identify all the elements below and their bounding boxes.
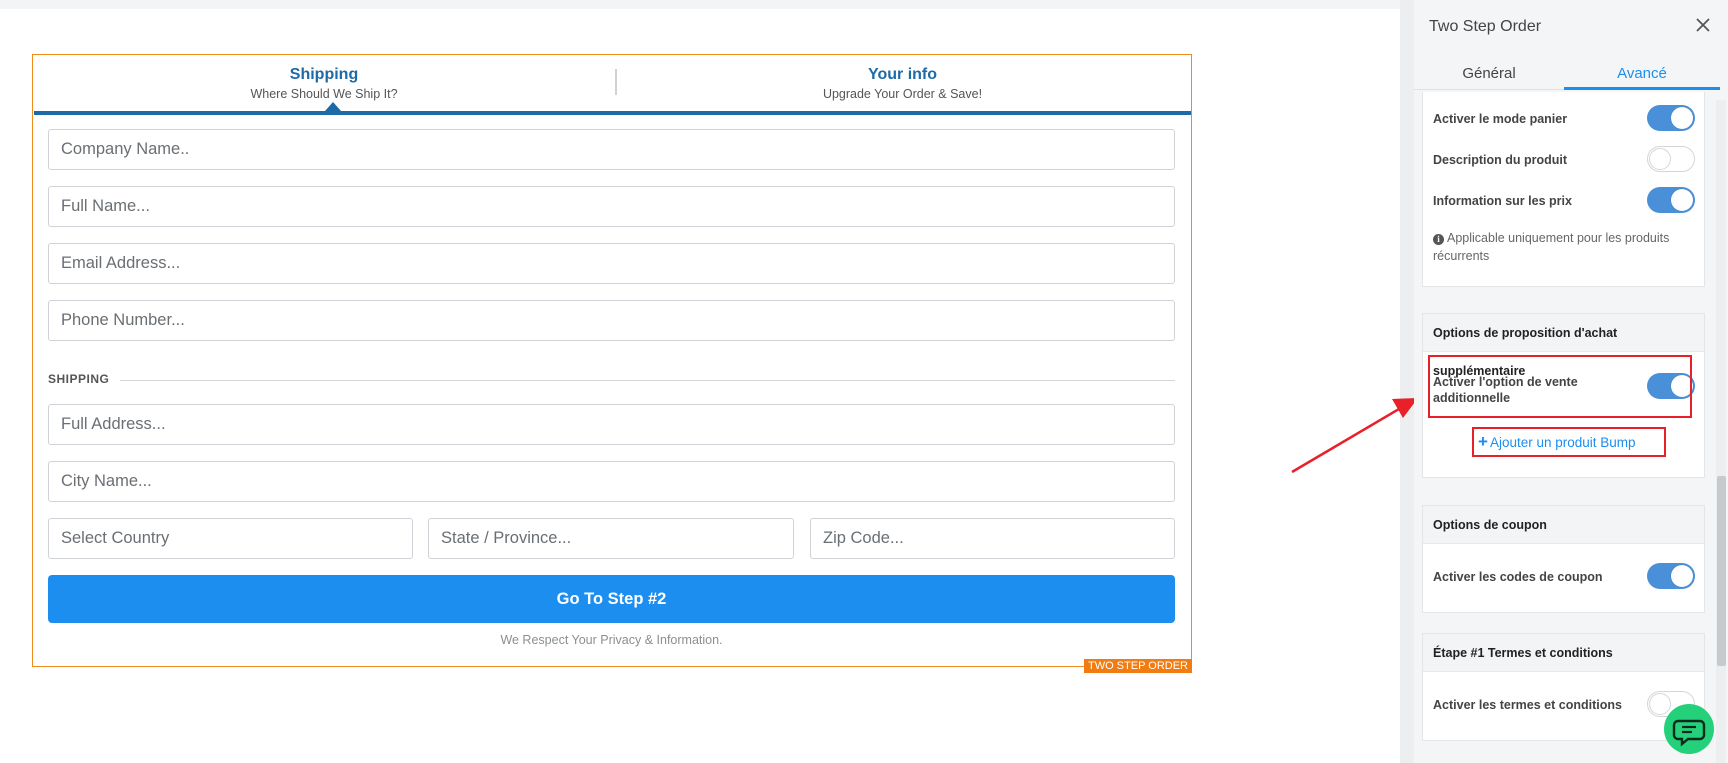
highlight-upsell-row bbox=[1428, 355, 1692, 418]
editor-canvas: Shipping Where Should We Ship It? Your i… bbox=[0, 0, 1400, 763]
tab-advanced[interactable]: Avancé bbox=[1564, 60, 1720, 90]
recurring-note: i Applicable uniquement pour les produits… bbox=[1433, 229, 1695, 265]
setting-label: Description du produit bbox=[1433, 153, 1568, 167]
state-input[interactable] bbox=[428, 518, 794, 559]
cart-mode-toggle[interactable] bbox=[1647, 105, 1695, 131]
panel-scroll-area[interactable]: Activer le mode panier Description du pr… bbox=[1414, 92, 1714, 763]
company-name-input[interactable] bbox=[48, 129, 1175, 170]
go-to-step-2-button[interactable]: Go To Step #2 bbox=[48, 575, 1175, 623]
toggle-knob bbox=[1671, 565, 1693, 587]
two-step-order-element[interactable]: Shipping Where Should We Ship It? Your i… bbox=[32, 54, 1192, 673]
info-icon: i bbox=[1433, 234, 1444, 245]
panel-header: Two Step Order bbox=[1414, 0, 1728, 55]
privacy-note: We Respect Your Privacy & Information. bbox=[500, 633, 723, 647]
zip-input[interactable] bbox=[810, 518, 1175, 559]
close-icon[interactable] bbox=[1692, 14, 1714, 36]
setting-label: Information sur les prix bbox=[1433, 194, 1572, 208]
coupon-codes-toggle[interactable] bbox=[1647, 563, 1695, 589]
chat-icon[interactable] bbox=[1664, 704, 1714, 754]
bump-options-heading: Options de proposition d'achat supplémen… bbox=[1423, 314, 1704, 378]
terms-options-heading: Étape #1 Termes et conditions bbox=[1423, 634, 1704, 672]
step-subtitle: Where Should We Ship It? bbox=[250, 87, 398, 101]
full-name-input[interactable] bbox=[48, 186, 1175, 227]
panel-gutter bbox=[1400, 0, 1414, 763]
step-title: Your info bbox=[867, 66, 938, 83]
cart-settings-card: Activer le mode panier Description du pr… bbox=[1422, 92, 1705, 287]
panel-title: Two Step Order bbox=[1429, 18, 1542, 35]
bump-options-card: Options de proposition d'achat supplémen… bbox=[1422, 313, 1705, 478]
shipping-section-label: SHIPPING bbox=[48, 372, 110, 386]
step-header: Shipping Where Should We Ship It? Your i… bbox=[34, 55, 1191, 115]
step-shipping[interactable]: Shipping Where Should We Ship It? bbox=[34, 65, 614, 103]
terms-options-card: Étape #1 Termes et conditions Activer le… bbox=[1422, 633, 1705, 741]
price-info-toggle[interactable] bbox=[1647, 187, 1695, 213]
toggle-knob bbox=[1671, 189, 1693, 211]
caret-up-icon bbox=[325, 102, 341, 111]
highlight-bump-link bbox=[1472, 427, 1666, 457]
country-select[interactable] bbox=[48, 518, 413, 559]
setting-label: Activer les termes et conditions bbox=[1433, 698, 1622, 712]
panel-tabs: Général Avancé bbox=[1414, 60, 1720, 90]
full-address-input[interactable] bbox=[48, 404, 1175, 445]
coupon-options-card: Options de coupon Activer les codes de c… bbox=[1422, 505, 1705, 613]
settings-panel: Two Step Order Général Avancé Activer le… bbox=[1414, 0, 1728, 763]
coupon-options-heading: Options de coupon bbox=[1423, 506, 1704, 544]
element-tag[interactable]: TWO STEP ORDER bbox=[1083, 659, 1192, 673]
recurring-note-text: Applicable uniquement pour les produits … bbox=[1433, 231, 1670, 263]
product-description-toggle[interactable] bbox=[1647, 146, 1695, 172]
toggle-knob bbox=[1649, 148, 1671, 170]
panel-scrollbar-thumb[interactable] bbox=[1717, 476, 1726, 666]
email-input[interactable] bbox=[48, 243, 1175, 284]
toggle-knob bbox=[1671, 107, 1693, 129]
city-input[interactable] bbox=[48, 461, 1175, 502]
canvas-top-bar bbox=[0, 0, 1400, 9]
setting-label: Activer le mode panier bbox=[1433, 112, 1568, 126]
setting-label: Activer les codes de coupon bbox=[1433, 570, 1603, 584]
tab-general[interactable]: Général bbox=[1414, 60, 1564, 90]
section-divider bbox=[120, 380, 1175, 381]
step-your-info[interactable]: Your info Upgrade Your Order & Save! bbox=[614, 65, 1191, 103]
phone-input[interactable] bbox=[48, 300, 1175, 341]
step-subtitle: Upgrade Your Order & Save! bbox=[822, 87, 983, 101]
step-title: Shipping bbox=[289, 66, 359, 83]
